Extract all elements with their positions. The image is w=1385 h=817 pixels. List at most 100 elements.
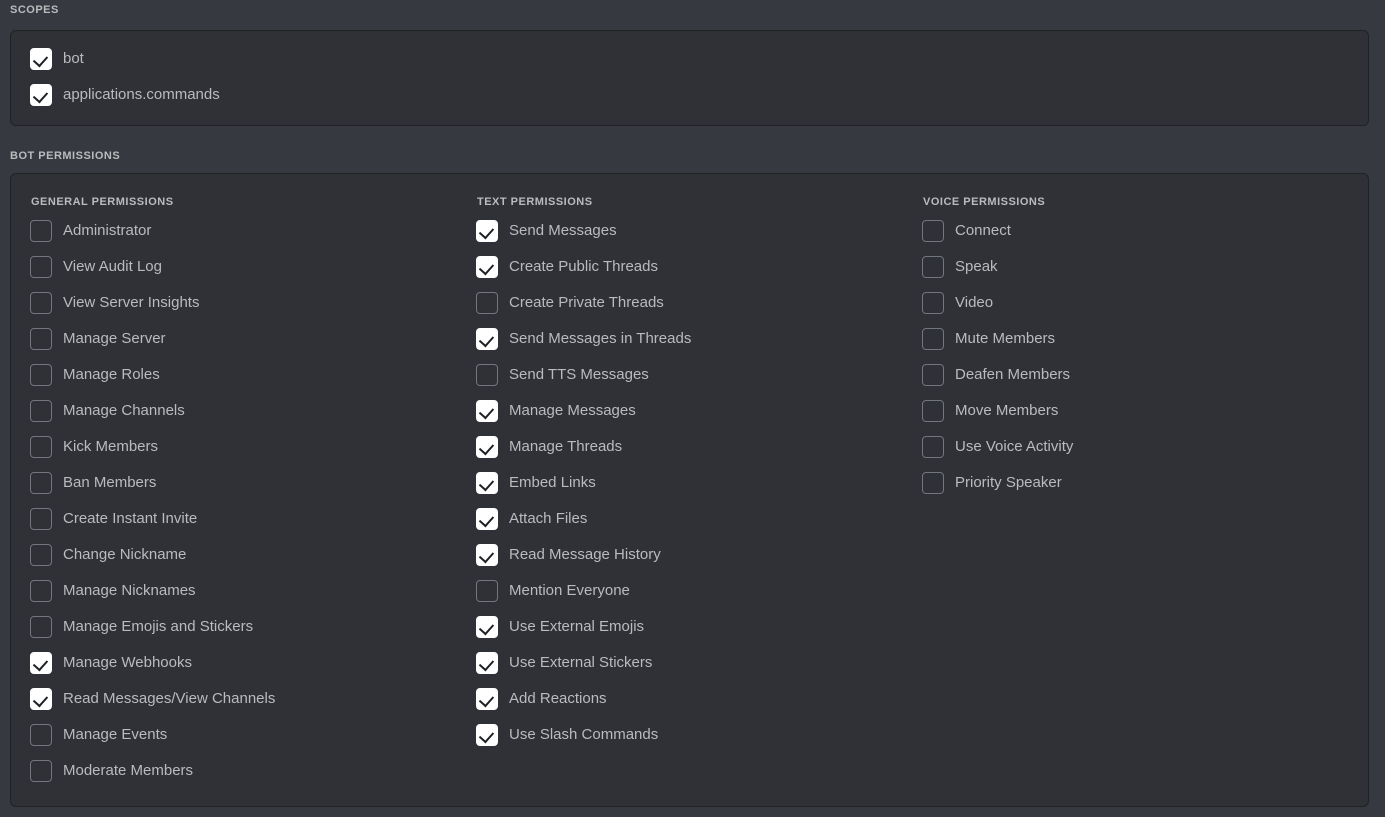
checkbox-unchecked-icon[interactable]: [30, 400, 52, 422]
permission-view-audit-log-label: View Audit Log: [63, 258, 162, 275]
checkbox-unchecked-icon[interactable]: [30, 616, 52, 638]
checkbox-unchecked-icon[interactable]: [476, 580, 498, 602]
checkbox-unchecked-icon[interactable]: [922, 364, 944, 386]
permission-speak-row[interactable]: Speak: [922, 256, 1073, 278]
permission-manage-events-label: Manage Events: [63, 726, 168, 743]
permission-video-row[interactable]: Video: [922, 292, 1073, 314]
permission-manage-channels-row[interactable]: Manage Channels: [30, 400, 275, 422]
permission-manage-server-row[interactable]: Manage Server: [30, 328, 275, 350]
checkbox-unchecked-icon[interactable]: [922, 220, 944, 242]
permission-manage-webhooks-label: Manage Webhooks: [63, 654, 192, 671]
checkbox-unchecked-icon[interactable]: [30, 760, 52, 782]
checkbox-checked-icon[interactable]: [476, 508, 498, 530]
permission-read-messages-view-channels-row[interactable]: Read Messages/View Channels: [30, 688, 275, 710]
permission-mention-everyone-row[interactable]: Mention Everyone: [476, 580, 691, 602]
permission-create-instant-invite-row[interactable]: Create Instant Invite: [30, 508, 275, 530]
permission-deafen-members-row[interactable]: Deafen Members: [922, 364, 1073, 386]
checkbox-checked-icon[interactable]: [476, 256, 498, 278]
permission-administrator-row[interactable]: Administrator: [30, 220, 275, 242]
checkbox-checked-icon[interactable]: [476, 724, 498, 746]
permission-send-messages-row[interactable]: Send Messages: [476, 220, 691, 242]
checkbox-unchecked-icon[interactable]: [30, 724, 52, 746]
permission-change-nickname-row[interactable]: Change Nickname: [30, 544, 275, 566]
permission-view-server-insights-row[interactable]: View Server Insights: [30, 292, 275, 314]
permission-create-private-threads-row[interactable]: Create Private Threads: [476, 292, 691, 314]
checkbox-unchecked-icon[interactable]: [30, 364, 52, 386]
permission-send-messages-in-threads-row[interactable]: Send Messages in Threads: [476, 328, 691, 350]
checkbox-unchecked-icon[interactable]: [30, 220, 52, 242]
checkbox-unchecked-icon[interactable]: [476, 364, 498, 386]
checkbox-checked-icon[interactable]: [476, 328, 498, 350]
checkbox-unchecked-icon[interactable]: [30, 508, 52, 530]
checkbox-unchecked-icon[interactable]: [922, 400, 944, 422]
permission-mute-members-label: Mute Members: [955, 330, 1056, 347]
permission-manage-messages-row[interactable]: Manage Messages: [476, 400, 691, 422]
checkbox-checked-icon[interactable]: [476, 544, 498, 566]
permission-manage-channels-label: Manage Channels: [63, 402, 185, 419]
checkbox-unchecked-icon[interactable]: [30, 580, 52, 602]
permission-create-instant-invite-label: Create Instant Invite: [63, 510, 198, 527]
checkbox-unchecked-icon[interactable]: [30, 544, 52, 566]
checkbox-checked-icon[interactable]: [476, 436, 498, 458]
checkbox-unchecked-icon[interactable]: [30, 328, 52, 350]
scope-applications-commands-label: applications.commands: [63, 86, 220, 103]
permission-create-public-threads-row[interactable]: Create Public Threads: [476, 256, 691, 278]
permission-manage-roles-row[interactable]: Manage Roles: [30, 364, 275, 386]
permission-manage-nicknames-row[interactable]: Manage Nicknames: [30, 580, 275, 602]
permission-move-members-label: Move Members: [955, 402, 1059, 419]
permission-read-messages-view-channels-label: Read Messages/View Channels: [63, 690, 276, 707]
scope-applications-commands-row[interactable]: applications.commands: [30, 84, 220, 106]
checkbox-unchecked-icon[interactable]: [30, 256, 52, 278]
checkbox-unchecked-icon[interactable]: [30, 472, 52, 494]
checkbox-checked-icon[interactable]: [476, 652, 498, 674]
checkbox-checked-icon[interactable]: [476, 616, 498, 638]
checkbox-unchecked-icon[interactable]: [922, 256, 944, 278]
checkbox-unchecked-icon[interactable]: [922, 472, 944, 494]
checkbox-checked-icon[interactable]: [30, 48, 52, 70]
permission-priority-speaker-row[interactable]: Priority Speaker: [922, 472, 1073, 494]
scopes-section-heading: SCOPES: [10, 4, 59, 16]
scopes-checkbox-list: bot applications.commands: [30, 48, 220, 106]
permission-embed-links-row[interactable]: Embed Links: [476, 472, 691, 494]
checkbox-checked-icon[interactable]: [476, 472, 498, 494]
permission-send-tts-messages-label: Send TTS Messages: [509, 366, 649, 383]
permission-use-external-emojis-row[interactable]: Use External Emojis: [476, 616, 691, 638]
checkbox-checked-icon[interactable]: [30, 688, 52, 710]
permission-kick-members-label: Kick Members: [63, 438, 159, 455]
checkbox-checked-icon[interactable]: [476, 688, 498, 710]
permission-view-audit-log-row[interactable]: View Audit Log: [30, 256, 275, 278]
permission-manage-events-row[interactable]: Manage Events: [30, 724, 275, 746]
permission-mute-members-row[interactable]: Mute Members: [922, 328, 1073, 350]
permission-kick-members-row[interactable]: Kick Members: [30, 436, 275, 458]
permission-deafen-members-label: Deafen Members: [955, 366, 1071, 383]
permission-use-slash-commands-row[interactable]: Use Slash Commands: [476, 724, 691, 746]
permission-connect-row[interactable]: Connect: [922, 220, 1073, 242]
permission-manage-emojis-and-stickers-row[interactable]: Manage Emojis and Stickers: [30, 616, 275, 638]
permission-manage-threads-label: Manage Threads: [509, 438, 623, 455]
checkbox-unchecked-icon[interactable]: [30, 436, 52, 458]
checkbox-unchecked-icon[interactable]: [922, 292, 944, 314]
permission-use-external-stickers-row[interactable]: Use External Stickers: [476, 652, 691, 674]
permission-attach-files-row[interactable]: Attach Files: [476, 508, 691, 530]
permission-read-message-history-row[interactable]: Read Message History: [476, 544, 691, 566]
permission-send-tts-messages-row[interactable]: Send TTS Messages: [476, 364, 691, 386]
permission-ban-members-row[interactable]: Ban Members: [30, 472, 275, 494]
checkbox-unchecked-icon[interactable]: [922, 328, 944, 350]
scopes-panel: bot applications.commands: [10, 30, 1369, 126]
checkbox-checked-icon[interactable]: [476, 220, 498, 242]
scope-bot-row[interactable]: bot: [30, 48, 220, 70]
permission-moderate-members-row[interactable]: Moderate Members: [30, 760, 275, 782]
checkbox-checked-icon[interactable]: [476, 400, 498, 422]
checkbox-checked-icon[interactable]: [30, 84, 52, 106]
permission-manage-webhooks-row[interactable]: Manage Webhooks: [30, 652, 275, 674]
checkbox-unchecked-icon[interactable]: [476, 292, 498, 314]
permission-use-voice-activity-row[interactable]: Use Voice Activity: [922, 436, 1073, 458]
permission-add-reactions-row[interactable]: Add Reactions: [476, 688, 691, 710]
bot-permissions-panel: GENERAL PERMISSIONS Administrator View Aud…: [10, 173, 1369, 807]
col-voice-heading: VOICE PERMISSIONS: [923, 196, 1046, 208]
checkbox-unchecked-icon[interactable]: [30, 292, 52, 314]
checkbox-checked-icon[interactable]: [30, 652, 52, 674]
permission-move-members-row[interactable]: Move Members: [922, 400, 1073, 422]
permission-manage-threads-row[interactable]: Manage Threads: [476, 436, 691, 458]
checkbox-unchecked-icon[interactable]: [922, 436, 944, 458]
